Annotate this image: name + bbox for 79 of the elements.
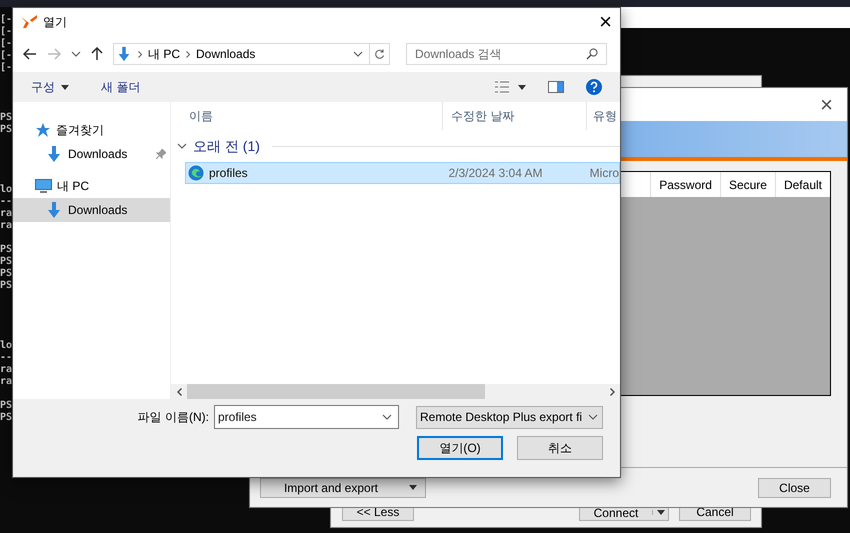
- filetype-dropdown[interactable]: Remote Desktop Plus export fi: [416, 406, 603, 428]
- terminal-text: PS: [0, 412, 12, 424]
- file-name: profiles: [209, 165, 248, 182]
- star-icon: [35, 122, 51, 138]
- close-button[interactable]: Close: [758, 478, 831, 498]
- nav-item[interactable]: 내 PC: [13, 174, 170, 198]
- terminal-text: PS: [0, 244, 12, 256]
- terminal-text: [-: [0, 50, 12, 62]
- scroll-right-icon[interactable]: [610, 388, 614, 396]
- pin-icon: [156, 149, 166, 159]
- terminal-text: [-: [0, 62, 12, 74]
- terminal-text: ra: [0, 220, 12, 232]
- caret-icon: [61, 84, 69, 90]
- breadcrumb[interactable]: Downloads: [196, 45, 256, 63]
- terminal-text: lo: [0, 184, 12, 196]
- refresh-icon[interactable]: [374, 48, 385, 60]
- column-header[interactable]: 이름: [171, 102, 443, 130]
- terminal-text: PS: [0, 124, 12, 136]
- download-arrow-icon: [116, 46, 132, 62]
- close-button[interactable]: ×: [820, 94, 833, 116]
- dialog-button[interactable]: 취소: [517, 436, 603, 460]
- search-field[interactable]: Downloads 검색: [406, 43, 607, 65]
- terminal-text: ra: [0, 364, 12, 376]
- close-button[interactable]: ×: [599, 11, 612, 33]
- import-export-split-button[interactable]: Import and export: [260, 478, 426, 498]
- terminal-text: --: [0, 352, 12, 364]
- filename-field[interactable]: profiles: [214, 405, 399, 429]
- chevron-icon[interactable]: [177, 141, 187, 151]
- chevron-down-icon: [382, 414, 392, 420]
- app-logo-icon: [21, 15, 37, 29]
- recent-dropdown-icon: [71, 51, 81, 57]
- file-type: Micro: [588, 165, 619, 182]
- scroll-left-icon[interactable]: [176, 388, 182, 396]
- preview-pane-icon[interactable]: [548, 81, 564, 93]
- new-folder-button[interactable]: 새 폴더: [101, 78, 140, 96]
- download-arrow-icon: [45, 145, 63, 163]
- organize-button[interactable]: 구성: [31, 78, 69, 96]
- terminal-text: lo: [0, 340, 12, 352]
- file-row[interactable]: profiles 2/3/2024 3:04 AM Micro: [185, 162, 620, 184]
- dialog-button[interactable]: 열기(O): [417, 436, 503, 460]
- terminal-text: PS: [0, 112, 12, 124]
- column-header[interactable]: Password: [650, 172, 720, 197]
- terminal-text: --: [0, 196, 12, 208]
- search-icon: [586, 48, 598, 60]
- terminal-text: PS: [0, 280, 12, 292]
- terminal-text: [-: [0, 26, 12, 38]
- caret-icon: [409, 485, 417, 490]
- caret-icon: [656, 510, 664, 515]
- file-date: 2/3/2024 3:04 AM: [447, 165, 544, 182]
- column-header[interactable]: 유형: [587, 102, 617, 130]
- browser-file-icon: [188, 165, 204, 181]
- terminal-text: [-: [0, 38, 12, 50]
- monitor-icon: [35, 178, 52, 194]
- chevron-down-icon: [353, 51, 363, 57]
- column-header[interactable]: Secure: [720, 172, 775, 197]
- terminal-text: ra: [0, 376, 12, 388]
- breadcrumb-separator-icon: [186, 50, 190, 58]
- breadcrumb-separator-icon: [138, 50, 142, 58]
- terminal-text: PS: [0, 268, 12, 280]
- view-list-icon[interactable]: [494, 81, 510, 93]
- terminal-text: ra: [0, 208, 12, 220]
- terminal-text: [-: [0, 14, 12, 26]
- group-header[interactable]: 오래 전 (1): [193, 136, 260, 156]
- nav-item[interactable]: Downloads: [13, 198, 170, 222]
- download-arrow-icon: [45, 201, 63, 219]
- breadcrumb[interactable]: 내 PC: [148, 45, 180, 63]
- chevron-down-icon: [588, 414, 598, 420]
- nav-item[interactable]: Downloads: [13, 142, 170, 166]
- terminal-text: PS: [0, 256, 12, 268]
- filename-label: 파일 이름(N):: [138, 409, 209, 426]
- help-icon[interactable]: [586, 79, 602, 95]
- back-arrow-icon[interactable]: [23, 48, 37, 60]
- window-title: 열기: [43, 14, 67, 31]
- address-bar[interactable]: 내 PC Downloads: [113, 43, 390, 65]
- nav-item[interactable]: 즐겨찾기: [13, 118, 170, 142]
- column-header[interactable]: 수정한 날짜: [443, 102, 587, 130]
- up-arrow-icon[interactable]: [91, 47, 103, 61]
- column-header[interactable]: Default: [774, 172, 830, 197]
- terminal-text: PS: [0, 400, 12, 412]
